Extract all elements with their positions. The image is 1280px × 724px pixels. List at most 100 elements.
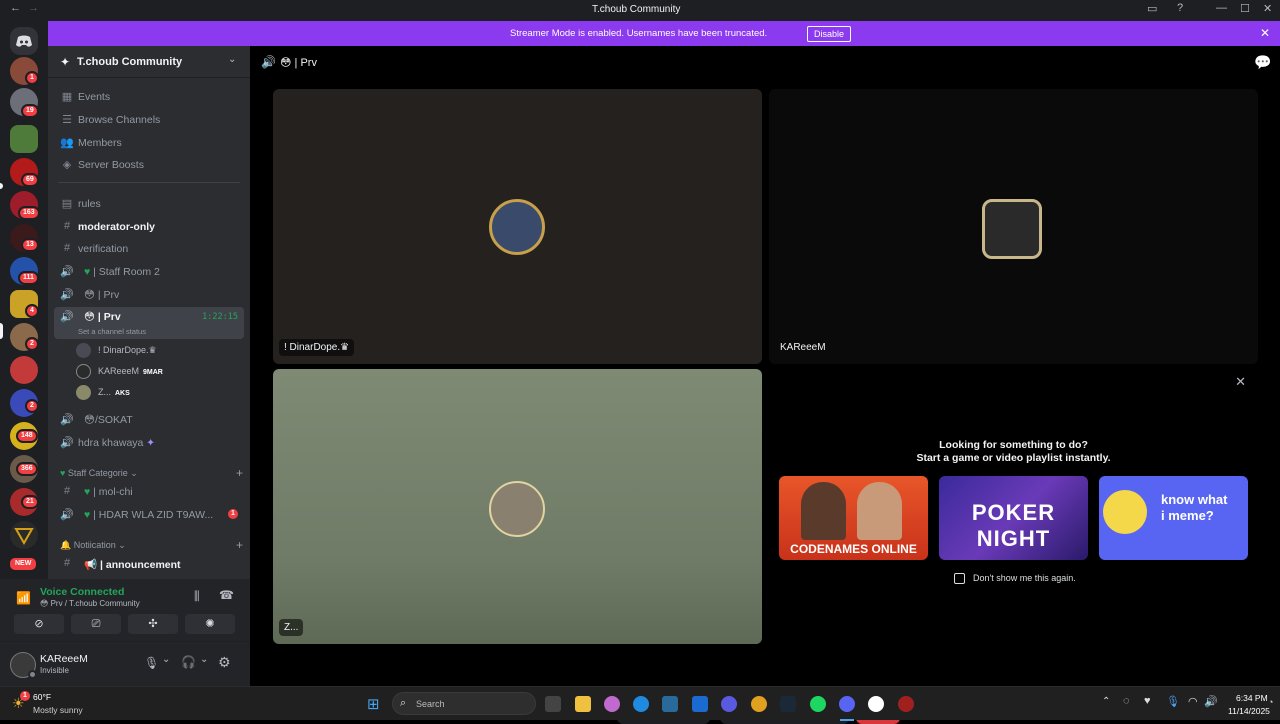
- chrome-icon[interactable]: [751, 696, 767, 712]
- tray-app-icon[interactable]: ♥: [1144, 695, 1151, 707]
- screen-share-button[interactable]: ⎚: [71, 614, 121, 634]
- edge-icon[interactable]: [633, 696, 649, 712]
- channel-rules[interactable]: ▤ rules: [54, 194, 244, 214]
- nav-members[interactable]: 👥 Members: [54, 133, 244, 153]
- copilot-icon[interactable]: [604, 696, 620, 712]
- signal-icon[interactable]: 📶: [16, 591, 31, 605]
- chat-bubble-icon[interactable]: 💬: [1254, 54, 1271, 71]
- task-view-icon[interactable]: [545, 696, 561, 712]
- wifi-icon[interactable]: ◠: [1188, 695, 1198, 708]
- channel-verification[interactable]: # verification: [54, 239, 244, 259]
- server-icon[interactable]: [10, 356, 38, 384]
- search-icon: ⌕: [400, 697, 407, 709]
- unread-pill: [0, 183, 3, 189]
- tray-expand-icon[interactable]: ⌃: [1102, 696, 1110, 707]
- speaker-icon: 🔊: [60, 311, 74, 323]
- outlook-icon[interactable]: [692, 696, 708, 712]
- video-tile[interactable]: ! DinarDope.♛: [273, 89, 762, 364]
- close-icon[interactable]: ✕: [1235, 374, 1246, 390]
- back-arrow-icon[interactable]: ←: [10, 2, 21, 14]
- chevron-down-icon[interactable]: ⌄: [228, 54, 236, 65]
- window-title: T.choub Community: [592, 4, 681, 15]
- green-heart-icon: ♥: [84, 509, 91, 521]
- noise-suppression-icon[interactable]: ⫼: [194, 589, 200, 604]
- file-explorer-icon[interactable]: [575, 696, 591, 712]
- search-box[interactable]: ⌕ Search: [392, 692, 536, 715]
- app-icon[interactable]: [721, 696, 737, 712]
- know-what-i-meme-card[interactable]: know what i meme?: [1099, 476, 1248, 560]
- mention-badge: 19: [21, 104, 39, 118]
- disable-button[interactable]: Disable: [807, 26, 852, 42]
- camera-off-button[interactable]: ⊘: [14, 614, 64, 634]
- add-channel-icon[interactable]: +: [236, 466, 243, 480]
- grammarly-icon[interactable]: [868, 696, 884, 712]
- mention-badge: 111: [18, 271, 39, 285]
- clock-date[interactable]: 11/14/2025: [1228, 706, 1270, 716]
- help-icon[interactable]: ?: [1177, 2, 1183, 14]
- discord-taskbar-icon[interactable]: [839, 696, 855, 712]
- activity-title: Looking for something to do?: [939, 439, 1088, 451]
- windows-start-icon[interactable]: ⊞: [367, 695, 380, 713]
- nav-server-boosts[interactable]: ◈ Server Boosts: [54, 155, 244, 175]
- voice-status: Voice Connected: [40, 586, 125, 598]
- activity-panel: ✕ Looking for something to do? Start a g…: [769, 369, 1258, 644]
- settings-gear-icon[interactable]: ⚙: [218, 654, 231, 671]
- channel-staff-room[interactable]: 🔊 ♥ | Staff Room 2: [54, 262, 244, 282]
- username: KAReeeM: [40, 653, 88, 665]
- channel-hdar-wla-zid[interactable]: 🔊 ♥ | HDAR WLA ZID T9AW... 1: [54, 505, 244, 525]
- maximize-icon[interactable]: ☐: [1240, 2, 1250, 15]
- steam-icon[interactable]: [780, 696, 796, 712]
- banner-message: Streamer Mode is enabled. Usernames have…: [510, 28, 768, 39]
- close-icon[interactable]: ✕: [1260, 26, 1270, 40]
- green-heart-icon: ♥: [84, 486, 91, 498]
- soundboard-button[interactable]: ✺: [185, 614, 235, 634]
- category-staff[interactable]: ♥ Staff Categorie ⌄ +: [60, 466, 243, 480]
- video-tile[interactable]: KAReeeM: [769, 89, 1258, 364]
- mic-tray-icon[interactable]: 🎙: [1166, 695, 1180, 708]
- server-icon[interactable]: [10, 521, 38, 549]
- voice-channel-link[interactable]: Prv / T.choub Community: [51, 599, 140, 608]
- channel-hdra-khawaya[interactable]: 🔊 hdra khawaya ✦: [54, 433, 244, 453]
- channel-status-link[interactable]: Set a channel status: [78, 327, 146, 336]
- chevron-down-icon[interactable]: ⌄: [200, 654, 208, 665]
- avatar: [76, 364, 91, 379]
- nav-browse-channels[interactable]: ☰ Browse Channels: [54, 110, 244, 130]
- channel-announcement[interactable]: # 📢 | announcement: [54, 554, 244, 574]
- nav-events[interactable]: ▦ Events: [54, 87, 244, 107]
- add-channel-icon[interactable]: +: [236, 538, 243, 552]
- activities-button[interactable]: ✣: [128, 614, 178, 634]
- microphone-icon[interactable]: 🎙: [144, 656, 159, 670]
- close-window-icon[interactable]: ✕: [1263, 2, 1272, 15]
- guild-header[interactable]: ✦ T.choub Community ⌄: [48, 46, 250, 78]
- dont-show-checkbox[interactable]: [954, 573, 965, 584]
- store-icon[interactable]: [662, 696, 678, 712]
- volume-icon[interactable]: 🔊: [1204, 695, 1218, 708]
- chevron-down-icon[interactable]: ⌄: [162, 654, 170, 665]
- clock-time[interactable]: 6:34 PM: [1236, 693, 1268, 703]
- tray-app-icon[interactable]: ◌: [1123, 695, 1130, 707]
- server-icon[interactable]: [10, 125, 38, 153]
- channel-prv[interactable]: 🔊 😳 | Prv: [54, 285, 244, 305]
- unread-badge: 1: [228, 509, 238, 519]
- sparkle-icon: ✦: [146, 437, 156, 449]
- character-art: [1103, 490, 1147, 534]
- category-notification[interactable]: 🔔 Notiication ⌄ +: [60, 538, 243, 552]
- headphones-icon[interactable]: 🎧: [181, 655, 196, 669]
- game-title: CODENAMES ONLINE: [790, 542, 917, 556]
- video-tile[interactable]: Z...: [273, 369, 762, 644]
- user-panel: KAReeeM Invisible 🎙 ⌄ 🎧 ⌄ ⚙: [0, 641, 250, 686]
- discord-home-icon[interactable]: [10, 27, 38, 55]
- forward-arrow-icon[interactable]: →: [28, 2, 39, 14]
- channel-mol-chi[interactable]: # ♥ | mol-chi: [54, 482, 244, 502]
- spotify-icon[interactable]: [810, 696, 826, 712]
- channel-prv-active[interactable]: 🔊 😳 | Prv 1:22:15 Set a channel status: [54, 307, 244, 339]
- disconnect-icon[interactable]: ☎: [219, 588, 234, 602]
- poker-night-card[interactable]: POKER NIGHT: [939, 476, 1088, 560]
- minimize-icon[interactable]: —: [1216, 2, 1227, 14]
- codenames-card[interactable]: CODENAMES ONLINE: [779, 476, 928, 560]
- inbox-icon[interactable]: ▭: [1147, 2, 1157, 15]
- notification-icon[interactable]: ◔: [1268, 697, 1273, 707]
- channel-sokat[interactable]: 🔊 😳/SOKAT: [54, 410, 244, 430]
- channel-moderator-only[interactable]: # moderator-only: [54, 217, 244, 237]
- app-icon[interactable]: [898, 696, 914, 712]
